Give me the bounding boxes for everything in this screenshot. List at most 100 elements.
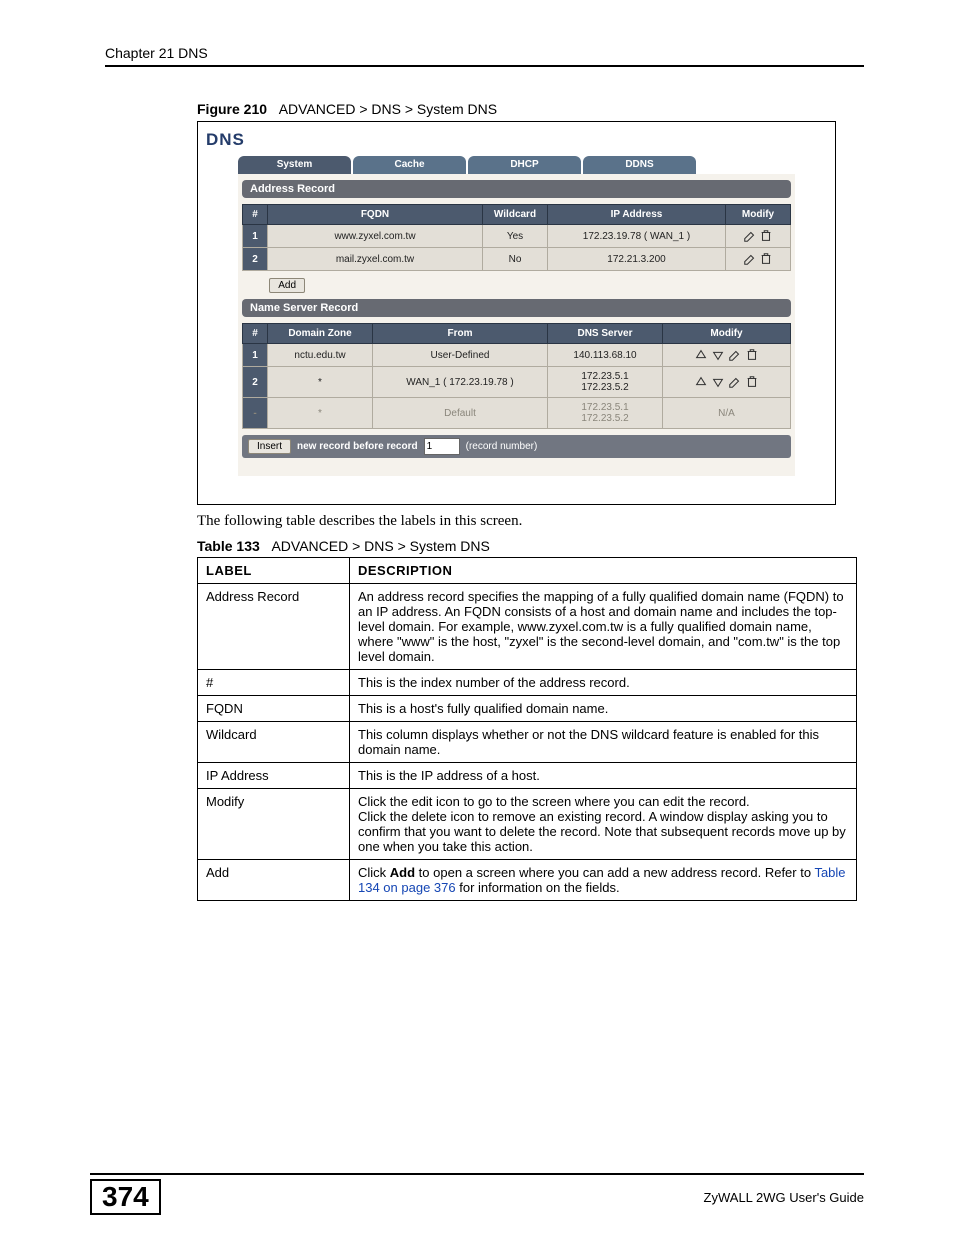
table-text: ADVANCED > DNS > System DNS xyxy=(271,538,489,554)
col-idx: # xyxy=(243,205,268,225)
row-ip: 172.23.19.78 ( WAN_1 ) xyxy=(548,225,726,248)
table-label: Table 133 xyxy=(197,538,260,554)
address-row: 1 www.zyxel.com.tw Yes 172.23.19.78 ( WA… xyxy=(243,225,791,248)
move-up-icon[interactable] xyxy=(694,375,708,389)
edit-icon[interactable] xyxy=(728,375,742,389)
col-ip: IP Address xyxy=(548,205,726,225)
col-description: DESCRIPTION xyxy=(350,558,857,584)
description-table: LABEL DESCRIPTION Address RecordAn addre… xyxy=(197,557,857,901)
desc-text: This is the IP address of a host. xyxy=(350,763,857,789)
header-rule xyxy=(105,65,864,67)
desc-text: An address record specifies the mapping … xyxy=(350,584,857,670)
move-down-icon[interactable] xyxy=(711,375,725,389)
figure-text: ADVANCED > DNS > System DNS xyxy=(279,101,497,117)
row-zone: * xyxy=(268,367,373,398)
footer-rule xyxy=(90,1173,864,1175)
desc-row: WildcardThis column displays whether or … xyxy=(198,722,857,763)
tab-system[interactable]: System xyxy=(238,156,351,174)
col-fqdn: FQDN xyxy=(268,205,483,225)
desc-row: AddClick Add to open a screen where you … xyxy=(198,860,857,901)
desc-row: FQDNThis is a host's fully qualified dom… xyxy=(198,696,857,722)
section-name-server-record: Name Server Record xyxy=(242,299,791,317)
tab-dhcp[interactable]: DHCP xyxy=(468,156,581,174)
tab-cache[interactable]: Cache xyxy=(353,156,466,174)
row-wildcard: Yes xyxy=(483,225,548,248)
edit-icon[interactable] xyxy=(728,348,742,362)
desc-text: This is the index number of the address … xyxy=(350,670,857,696)
desc-label: FQDN xyxy=(198,696,350,722)
row-server: 140.113.68.10 xyxy=(548,344,663,367)
row-zone: * xyxy=(268,398,373,429)
delete-icon[interactable] xyxy=(759,229,773,243)
tab-strip: System Cache DHCP DDNS xyxy=(238,156,831,174)
row-wildcard: No xyxy=(483,248,548,271)
row-modify-na: N/A xyxy=(663,398,791,429)
insert-button[interactable]: Insert xyxy=(248,439,291,454)
move-up-icon[interactable] xyxy=(694,348,708,362)
desc-label: Address Record xyxy=(198,584,350,670)
insert-text-before: new record before record xyxy=(297,441,418,452)
row-from: WAN_1 ( 172.23.19.78 ) xyxy=(373,367,548,398)
desc-text: Click Add to open a screen where you can… xyxy=(350,860,857,901)
row-fqdn: mail.zyxel.com.tw xyxy=(268,248,483,271)
col-server: DNS Server xyxy=(548,324,663,344)
chapter-heading: Chapter 21 DNS xyxy=(105,45,864,61)
row-zone: nctu.edu.tw xyxy=(268,344,373,367)
row-idx: 2 xyxy=(243,248,268,271)
col-modify: Modify xyxy=(726,205,791,225)
row-idx: 2 xyxy=(243,367,268,398)
desc-text: This is a host's fully qualified domain … xyxy=(350,696,857,722)
col-label: LABEL xyxy=(198,558,350,584)
row-actions xyxy=(726,248,791,271)
ns-row: 1 nctu.edu.tw User-Defined 140.113.68.10 xyxy=(243,344,791,367)
desc-label: Wildcard xyxy=(198,722,350,763)
col-idx: # xyxy=(243,324,268,344)
figure-label: Figure 210 xyxy=(197,101,267,117)
figure-caption: Figure 210 ADVANCED > DNS > System DNS xyxy=(197,101,864,117)
page-number: 374 xyxy=(90,1179,161,1215)
address-record-table: # FQDN Wildcard IP Address Modify 1 www.… xyxy=(242,204,791,271)
desc-row: #This is the index number of the address… xyxy=(198,670,857,696)
col-from: From xyxy=(373,324,548,344)
row-actions xyxy=(663,344,791,367)
desc-row: Address RecordAn address record specifie… xyxy=(198,584,857,670)
move-down-icon[interactable] xyxy=(711,348,725,362)
delete-icon[interactable] xyxy=(759,252,773,266)
row-fqdn: www.zyxel.com.tw xyxy=(268,225,483,248)
row-actions xyxy=(663,367,791,398)
row-from: User-Defined xyxy=(373,344,548,367)
desc-row: ModifyClick the edit icon to go to the s… xyxy=(198,789,857,860)
add-button[interactable]: Add xyxy=(269,278,305,293)
name-server-table: # Domain Zone From DNS Server Modify 1 n… xyxy=(242,323,791,429)
delete-icon[interactable] xyxy=(745,348,759,362)
row-server: 172.23.5.1 172.23.5.2 xyxy=(548,367,663,398)
screen-title: DNS xyxy=(206,130,831,150)
desc-text: This column displays whether or not the … xyxy=(350,722,857,763)
edit-icon[interactable] xyxy=(743,229,757,243)
intro-text: The following table describes the labels… xyxy=(197,513,864,530)
row-idx: 1 xyxy=(243,225,268,248)
desc-label: Add xyxy=(198,860,350,901)
desc-label: IP Address xyxy=(198,763,350,789)
insert-row: Insert new record before record (record … xyxy=(242,435,791,458)
footer-guide-name: ZyWALL 2WG User's Guide xyxy=(704,1190,864,1205)
row-server: 172.23.5.1 172.23.5.2 xyxy=(548,398,663,429)
row-actions xyxy=(726,225,791,248)
desc-label: Modify xyxy=(198,789,350,860)
insert-text-after: (record number) xyxy=(466,441,538,452)
dns-screenshot: DNS System Cache DHCP DDNS Address Recor… xyxy=(197,121,836,505)
ns-row-default: - * Default 172.23.5.1 172.23.5.2 N/A xyxy=(243,398,791,429)
row-ip: 172.21.3.200 xyxy=(548,248,726,271)
col-modify: Modify xyxy=(663,324,791,344)
edit-icon[interactable] xyxy=(743,252,757,266)
desc-row: IP AddressThis is the IP address of a ho… xyxy=(198,763,857,789)
record-number-input[interactable] xyxy=(424,438,460,455)
table-caption: Table 133 ADVANCED > DNS > System DNS xyxy=(197,538,864,554)
desc-text: Click the edit icon to go to the screen … xyxy=(350,789,857,860)
col-zone: Domain Zone xyxy=(268,324,373,344)
tab-ddns[interactable]: DDNS xyxy=(583,156,696,174)
delete-icon[interactable] xyxy=(745,375,759,389)
address-row: 2 mail.zyxel.com.tw No 172.21.3.200 xyxy=(243,248,791,271)
section-address-record: Address Record xyxy=(242,180,791,198)
row-from: Default xyxy=(373,398,548,429)
